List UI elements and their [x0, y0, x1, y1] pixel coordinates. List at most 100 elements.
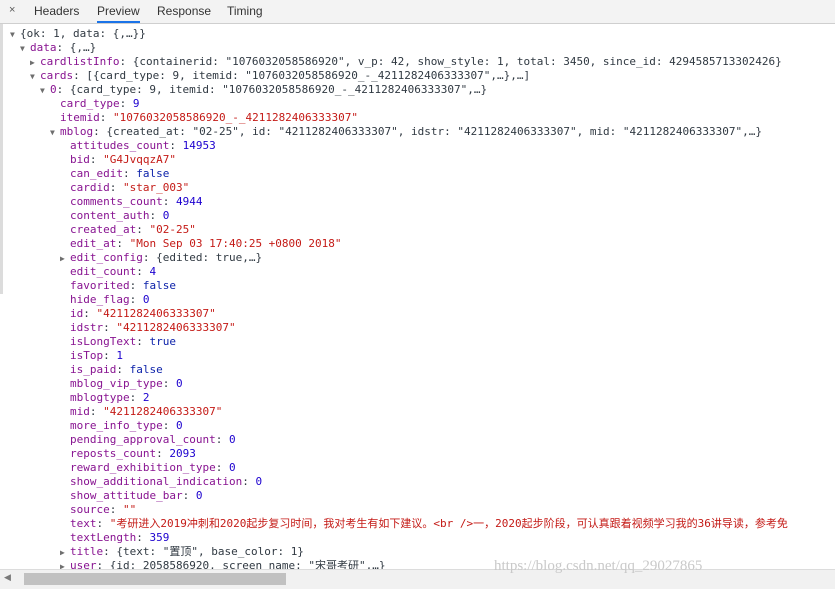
json-key: hide_flag — [70, 293, 130, 306]
expand-triangle-icon[interactable]: ▼ — [30, 70, 40, 84]
tree-line: mid: "4211282406333307" — [60, 405, 222, 419]
json-value: : {id: 2058586920, screen_name: "宋哥考研",…… — [96, 559, 386, 569]
tree-line[interactable]: ▼ data: {,…} — [20, 41, 96, 55]
tree-line: attitudes_count: 14953 — [60, 139, 216, 153]
tree-line[interactable]: ▶ cardlistInfo: {containerid: "1076032058… — [30, 55, 782, 69]
tree-line: idstr: "4211282406333307" — [60, 321, 236, 335]
tree-line: pending_approval_count: 0 — [60, 433, 236, 447]
expand-triangle-icon[interactable]: ▼ — [50, 126, 60, 140]
collapse-triangle-icon[interactable]: ▶ — [30, 56, 40, 70]
tree-line: id: "4211282406333307" — [60, 307, 216, 321]
tab-timing[interactable]: Timing — [227, 4, 263, 18]
scrollbar-thumb[interactable] — [24, 573, 286, 585]
tree-line[interactable]: ▶ title: {text: "置顶", base_color: 1} — [60, 545, 304, 559]
json-value: : — [215, 461, 229, 474]
json-value: : — [109, 181, 123, 194]
tab-response[interactable]: Response — [157, 4, 211, 18]
close-icon[interactable]: × — [9, 4, 15, 16]
json-value: : — [182, 489, 196, 502]
json-value: : — [169, 139, 183, 152]
tab-headers[interactable]: Headers — [34, 4, 79, 18]
json-value: : — [136, 335, 150, 348]
tree-line: reward_exhibition_type: 0 — [60, 461, 236, 475]
json-value: : — [122, 167, 137, 180]
json-value: 0 — [228, 461, 236, 474]
tree-line[interactable]: ▶ user: {id: 2058586920, screen_name: "宋哥… — [60, 559, 386, 569]
json-value: : — [83, 307, 97, 320]
json-value: 9 — [132, 97, 140, 110]
tree-line: text: "考研进入2019冲刺和2020起步复习时间，我对考生有如下建议。<… — [60, 517, 788, 531]
json-value: : — [129, 293, 143, 306]
json-key: comments_count — [70, 195, 163, 208]
json-value: 0 — [142, 293, 150, 306]
json-value: 1 — [116, 349, 123, 362]
json-value: 2 — [142, 391, 150, 404]
json-value: 0 — [195, 489, 203, 502]
json-value: : — [242, 475, 256, 488]
json-key: isTop — [70, 349, 104, 362]
json-value: : {text: "置顶", base_color: 1} — [103, 545, 304, 558]
collapse-triangle-icon[interactable]: ▶ — [60, 252, 70, 266]
tree-line: source: "" — [60, 503, 136, 517]
tree-line[interactable]: ▼ 0: {card_type: 9, itemid: "107603205858… — [40, 83, 487, 97]
json-value: : — [162, 195, 176, 208]
json-value: : {created_at: "02-25", id: "42112824063… — [93, 125, 763, 138]
json-key: textLength — [70, 531, 137, 544]
json-key: can_edit — [70, 167, 123, 180]
json-key: id — [70, 307, 84, 320]
tree-line: card_type: 9 — [50, 97, 139, 111]
json-key: is_paid — [70, 363, 117, 376]
json-value: "" — [123, 503, 137, 516]
json-value: 2093 — [169, 447, 196, 460]
json-key: mid — [70, 405, 90, 418]
tree-line: reposts_count: 2093 — [60, 447, 196, 461]
expand-triangle-icon[interactable]: ▼ — [10, 28, 20, 42]
expand-triangle-icon[interactable]: ▼ — [40, 84, 50, 98]
tree-line[interactable]: ▼ {ok: 1, data: {,…}} — [10, 27, 146, 41]
json-value: : {containerid: "1076032058586920", v_p:… — [119, 55, 782, 68]
json-value: : — [89, 153, 104, 166]
json-key: 0 — [50, 83, 57, 96]
json-value: : — [162, 377, 176, 390]
scroll-left-arrow-icon[interactable]: ◀ — [4, 573, 11, 583]
json-value: : — [129, 391, 143, 404]
json-value: "1076032058586920_-_4211282406333307" — [113, 111, 359, 124]
collapse-triangle-icon[interactable]: ▶ — [60, 560, 70, 569]
json-value: 0 — [175, 377, 183, 390]
json-key: data — [30, 41, 57, 54]
json-value: 0 — [175, 419, 183, 432]
json-value: : — [136, 223, 150, 236]
collapse-triangle-icon[interactable]: ▶ — [60, 546, 70, 560]
json-key: more_info_type — [70, 419, 163, 432]
tree-line[interactable]: ▼ cards: [{card_type: 9, itemid: "1076032… — [30, 69, 530, 83]
tab-preview[interactable]: Preview — [97, 4, 140, 23]
tree-line: more_info_type: 0 — [60, 419, 183, 433]
json-value: 4 — [149, 265, 157, 278]
tree-line: content_auth: 0 — [60, 209, 169, 223]
horizontal-scrollbar[interactable]: ◀ — [0, 569, 835, 589]
tree-line: favorited: false — [60, 279, 176, 293]
tree-line: edit_at: "Mon Sep 03 17:40:25 +0800 2018… — [60, 237, 342, 251]
tree-line: show_additional_indication: 0 — [60, 475, 262, 489]
watermark: https://blog.csdn.net/qq_29027865 — [494, 558, 703, 574]
json-value: false — [142, 279, 176, 292]
tree-line: bid: "G4JvqqzA7" — [60, 153, 176, 167]
json-key: cardid — [70, 181, 110, 194]
tree-line: created_at: "02-25" — [60, 223, 196, 237]
tree-line[interactable]: ▼ mblog: {created_at: "02-25", id: "42112… — [50, 125, 762, 139]
json-key: user — [70, 559, 97, 569]
json-value: 359 — [149, 531, 170, 544]
json-value: : {card_type: 9, itemid: "10760320585869… — [56, 83, 488, 96]
json-key: attitudes_count — [70, 139, 170, 152]
json-value: 0 — [162, 209, 170, 222]
json-key: edit_at — [70, 237, 117, 250]
tree-line: show_attitude_bar: 0 — [60, 489, 202, 503]
json-value: true — [149, 335, 176, 348]
json-value: "Mon Sep 03 17:40:25 +0800 2018" — [129, 237, 342, 250]
json-key: isLongText — [70, 335, 137, 348]
json-value: : — [156, 447, 170, 460]
expand-triangle-icon[interactable]: ▼ — [20, 42, 30, 56]
tree-line[interactable]: ▶ edit_config: {edited: true,…} — [60, 251, 262, 265]
json-value: 0 — [255, 475, 263, 488]
json-key: edit_count — [70, 265, 137, 278]
